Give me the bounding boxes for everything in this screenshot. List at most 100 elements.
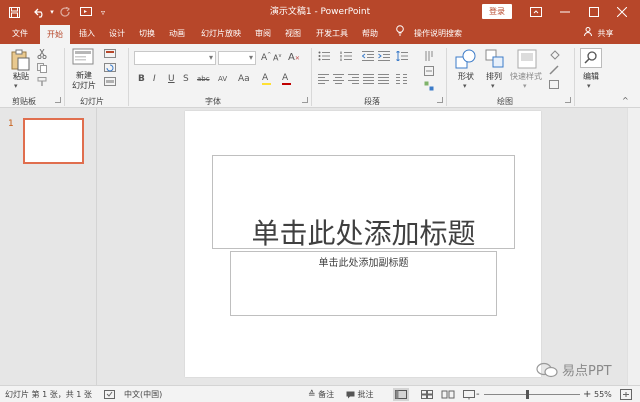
shapes-dropdown-icon[interactable]: ▾ [463,82,467,90]
tab-review[interactable]: 审阅 [250,24,276,44]
increase-font-icon[interactable]: A^ [261,52,271,63]
vertical-scrollbar[interactable] [627,108,640,385]
restore-icon[interactable] [585,0,603,24]
text-direction-icon[interactable] [424,51,434,64]
section-icon[interactable] [104,77,118,90]
underline-button[interactable]: U [168,74,175,84]
lightbulb-icon[interactable] [394,24,406,44]
zoom-slider-thumb[interactable] [526,390,529,399]
quick-styles-dropdown-icon[interactable]: ▾ [523,82,527,90]
numbering-icon[interactable] [340,51,354,64]
font-color-button[interactable]: A [282,73,291,85]
tab-transitions[interactable]: 切换 [134,24,160,44]
ribbon-display-icon[interactable] [527,0,545,24]
group-divider [64,48,65,106]
find-icon[interactable] [580,48,602,71]
shapes-label[interactable]: 形状 [452,71,480,82]
quick-styles-label[interactable]: 快速样式 [507,71,545,82]
paste-dropdown-icon[interactable]: ▾ [14,82,18,90]
font-size-dropdown[interactable]: ▾ [218,51,256,65]
tab-animations[interactable]: 动画 [164,24,190,44]
shape-effects-icon[interactable] [549,80,561,93]
layout-icon[interactable] [104,49,118,62]
italic-button[interactable]: I [153,74,156,84]
shadow-button[interactable]: S [183,74,189,84]
new-slide-label-line2[interactable]: 幻灯片 [66,80,102,91]
smartart-icon[interactable] [424,81,434,94]
shape-fill-icon[interactable] [549,50,561,63]
highlight-button[interactable]: A [262,73,271,85]
tab-insert[interactable]: 插入 [74,24,100,44]
close-icon[interactable] [613,0,631,24]
edit-label[interactable]: 编辑 [578,71,604,82]
share-button[interactable]: 共享 [584,24,614,44]
tell-me-search[interactable]: 操作说明搜索 [410,24,466,44]
language[interactable]: 中文(中国) [124,386,162,402]
columns-icon[interactable] [396,74,407,87]
tab-home[interactable]: 开始 [40,25,70,44]
drawing-launcher-icon[interactable] [565,97,571,103]
tab-developer[interactable]: 开发工具 [312,24,352,44]
reset-icon[interactable] [104,63,118,76]
quick-styles-icon[interactable] [517,49,537,72]
bullets-icon[interactable] [318,51,332,64]
spelling-icon[interactable] [104,386,115,402]
zoom-level[interactable]: 55% [594,386,612,402]
ribbon: 粘贴 ▾ 剪贴板 新建 幻灯片 幻灯片 ▾ ▾ A^ Av A✕ B I U S… [0,44,640,108]
strikethrough-button[interactable]: abc [197,75,210,83]
tab-help[interactable]: 帮助 [356,24,384,44]
new-slide-icon[interactable] [72,48,94,71]
subtitle-placeholder[interactable]: 单击此处添加副标题 [230,251,497,316]
decrease-font-icon[interactable]: Av [273,53,281,63]
slide-info[interactable]: 幻灯片 第 1 张，共 1 张 [5,386,92,402]
slide-sorter-icon[interactable] [419,388,435,401]
increase-indent-icon[interactable] [378,51,390,64]
character-spacing-button[interactable]: AV [218,75,227,83]
change-case-button[interactable]: Aa [238,74,250,84]
paste-label[interactable]: 粘贴 [9,71,33,82]
slideshow-view-icon[interactable] [461,388,477,401]
edit-dropdown-icon[interactable]: ▾ [587,82,591,90]
align-right-icon[interactable] [348,74,359,87]
reading-view-icon[interactable] [440,388,456,401]
decrease-indent-icon[interactable] [361,51,374,64]
login-button[interactable]: 登录 [482,4,512,19]
line-spacing-icon[interactable] [396,50,408,64]
minimize-icon[interactable] [556,0,574,24]
chevron-down-icon: ▾ [208,53,213,62]
tab-file[interactable]: 文件 [6,24,34,44]
drawing-group-label: 绘图 [497,97,513,106]
copy-icon[interactable] [37,63,47,76]
font-name-dropdown[interactable]: ▾ [134,51,216,65]
shape-outline-icon[interactable] [549,65,561,78]
arrange-dropdown-icon[interactable]: ▾ [491,82,495,90]
align-left-icon[interactable] [318,74,329,87]
zoom-slider[interactable] [484,394,580,395]
tab-slideshow[interactable]: 幻灯片放映 [196,24,246,44]
cut-icon[interactable] [37,48,47,62]
format-painter-icon[interactable] [37,77,47,90]
slide-thumbnail[interactable] [23,118,84,164]
arrange-icon[interactable] [485,49,505,72]
tab-design[interactable]: 设计 [104,24,130,44]
collapse-ribbon-icon[interactable]: ^ [622,96,629,105]
shapes-icon[interactable] [455,49,477,72]
align-text-icon[interactable] [424,66,434,79]
distributed-icon[interactable] [378,74,389,87]
bold-button[interactable]: B [138,74,145,84]
comments-button[interactable]: 批注 [346,386,374,402]
arrange-label[interactable]: 排列 [480,71,508,82]
clipboard-launcher-icon[interactable] [55,97,61,103]
font-launcher-icon[interactable] [302,97,308,103]
zoom-out-icon[interactable]: - [476,386,480,402]
tab-view[interactable]: 视图 [280,24,306,44]
clear-formatting-icon[interactable]: A✕ [288,52,300,63]
justify-icon[interactable] [363,74,374,87]
zoom-in-icon[interactable]: + [583,386,591,402]
paragraph-launcher-icon[interactable] [437,97,443,103]
align-center-icon[interactable] [333,74,344,87]
normal-view-icon[interactable] [393,388,409,401]
notes-button[interactable]: ≙ 备注 [308,386,334,402]
title-placeholder[interactable]: 单击此处添加标题 [212,155,515,250]
fit-to-window-icon[interactable] [620,386,632,402]
